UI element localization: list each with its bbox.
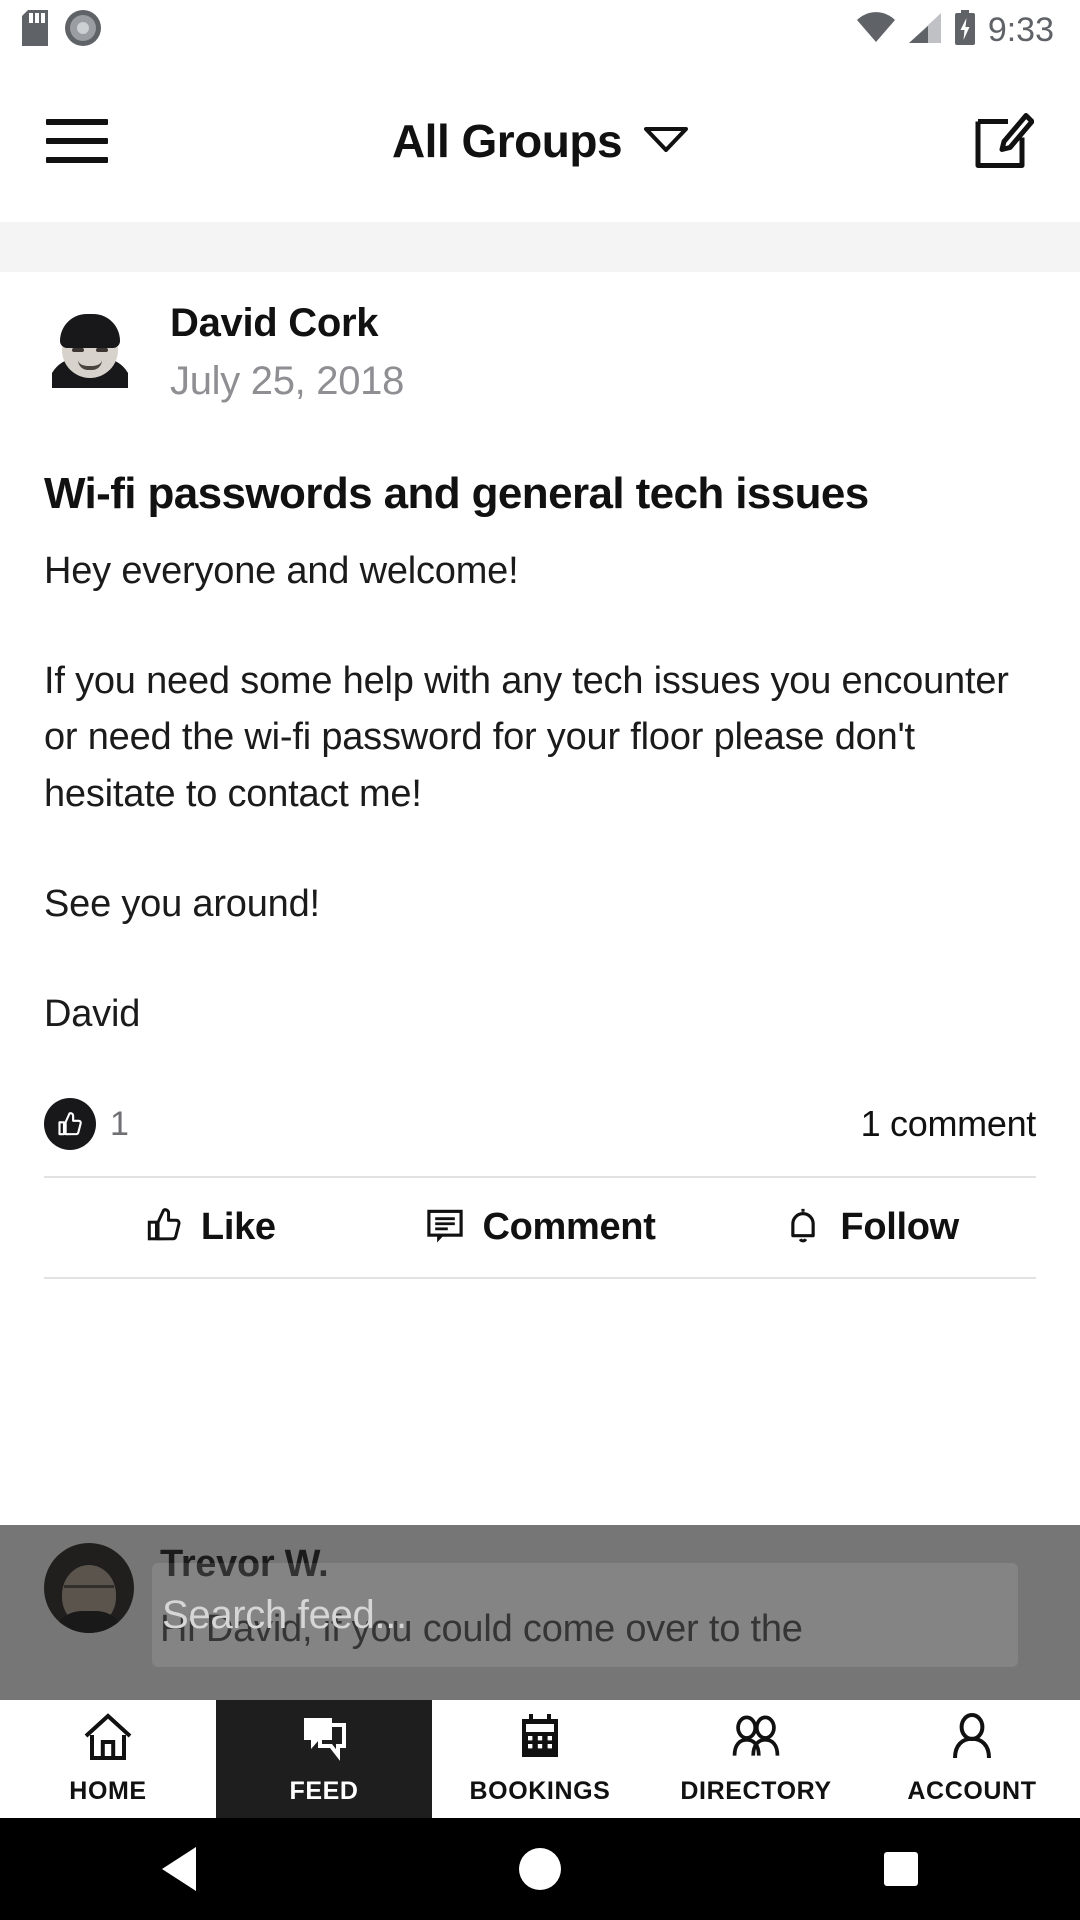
sd-card-icon — [22, 9, 48, 51]
post-paragraph: Hey everyone and welcome! — [44, 549, 519, 592]
status-bar-right-icons: 9:33 — [856, 9, 1080, 51]
battery-charging-icon — [954, 9, 976, 51]
nav-item-account[interactable]: ACCOUNT — [864, 1700, 1080, 1818]
like-button[interactable]: Like — [44, 1204, 375, 1251]
person-icon — [946, 1712, 998, 1767]
search-placeholder: Search feed... — [162, 1592, 407, 1637]
search-feed-bar[interactable]: Search feed... — [0, 1525, 1080, 1705]
comment-button[interactable]: Comment — [375, 1204, 706, 1251]
nav-label-feed: FEED — [289, 1777, 359, 1805]
post-action-row: Like Comment Follow — [0, 1178, 1080, 1251]
compose-icon[interactable] — [974, 108, 1035, 175]
like-count: 1 — [110, 1104, 129, 1143]
android-system-nav — [0, 1818, 1080, 1920]
status-bar: 9:33 — [0, 0, 1080, 60]
feed-chat-icon — [298, 1712, 350, 1767]
search-input[interactable]: Search feed... — [152, 1563, 1018, 1667]
status-bar-left-icons — [0, 9, 102, 52]
app-screen: 9:33 All Groups David Cork July 25, 2018… — [0, 0, 1080, 1920]
home-circle-icon[interactable] — [518, 1848, 561, 1890]
post-date: July 25, 2018 — [170, 359, 405, 403]
people-icon — [728, 1712, 784, 1767]
comment-count[interactable]: 1 comment — [861, 1103, 1037, 1145]
page-title: All Groups — [391, 115, 623, 167]
back-triangle-icon[interactable] — [161, 1847, 196, 1891]
nav-label-directory: DIRECTORY — [680, 1777, 832, 1805]
disc-icon — [64, 9, 102, 52]
nav-label-home: HOME — [69, 1777, 147, 1805]
section-separator — [0, 222, 1080, 272]
nav-label-account: ACCOUNT — [907, 1777, 1037, 1805]
post-title: Wi-fi passwords and general tech issues — [44, 469, 869, 518]
app-bar: All Groups — [0, 60, 1080, 222]
nav-item-directory[interactable]: DIRECTORY — [648, 1700, 864, 1818]
home-icon — [82, 1712, 134, 1767]
post-header: David Cork July 25, 2018 — [0, 272, 1080, 406]
group-selector[interactable]: All Groups — [0, 114, 1080, 168]
status-bar-clock: 9:33 — [987, 11, 1054, 49]
cellular-signal-icon — [908, 12, 942, 49]
post-body: Hey everyone and welcome! If you need so… — [0, 521, 1080, 1042]
nav-item-home[interactable]: HOME — [0, 1700, 216, 1818]
bell-icon — [782, 1204, 824, 1251]
like-button-label: Like — [200, 1206, 276, 1249]
bottom-navigation: HOME FEED BOOKINGS DIRECTORY ACCOUNT — [0, 1700, 1080, 1818]
follow-button-label: Follow — [840, 1206, 959, 1249]
nav-item-feed[interactable]: FEED — [216, 1700, 432, 1818]
post-engagement-row: 1 1 comment — [0, 1042, 1080, 1151]
post-paragraph: David — [44, 992, 141, 1035]
post-author[interactable]: David Cork — [170, 300, 404, 346]
post-meta: David Cork July 25, 2018 — [170, 296, 404, 406]
recents-square-icon[interactable] — [884, 1852, 919, 1886]
feed-post: David Cork July 25, 2018 Wi-fi passwords… — [0, 272, 1080, 1280]
divider-bottom — [44, 1277, 1036, 1280]
thumbs-up-outline-icon — [143, 1204, 185, 1251]
avatar[interactable] — [52, 302, 128, 388]
chevron-down-icon — [644, 126, 689, 157]
nav-item-bookings[interactable]: BOOKINGS — [432, 1700, 648, 1818]
thumbs-up-filled-icon — [44, 1098, 96, 1151]
post-paragraph: If you need some help with any tech issu… — [44, 660, 1009, 815]
nav-label-bookings: BOOKINGS — [469, 1777, 611, 1805]
follow-button[interactable]: Follow — [705, 1204, 1036, 1251]
comment-bubble-icon — [424, 1204, 466, 1251]
like-count-group[interactable]: 1 — [44, 1098, 129, 1151]
calendar-icon — [514, 1712, 566, 1767]
comment-button-label: Comment — [482, 1206, 656, 1249]
wifi-icon — [856, 11, 896, 49]
post-paragraph: See you around! — [44, 882, 320, 925]
